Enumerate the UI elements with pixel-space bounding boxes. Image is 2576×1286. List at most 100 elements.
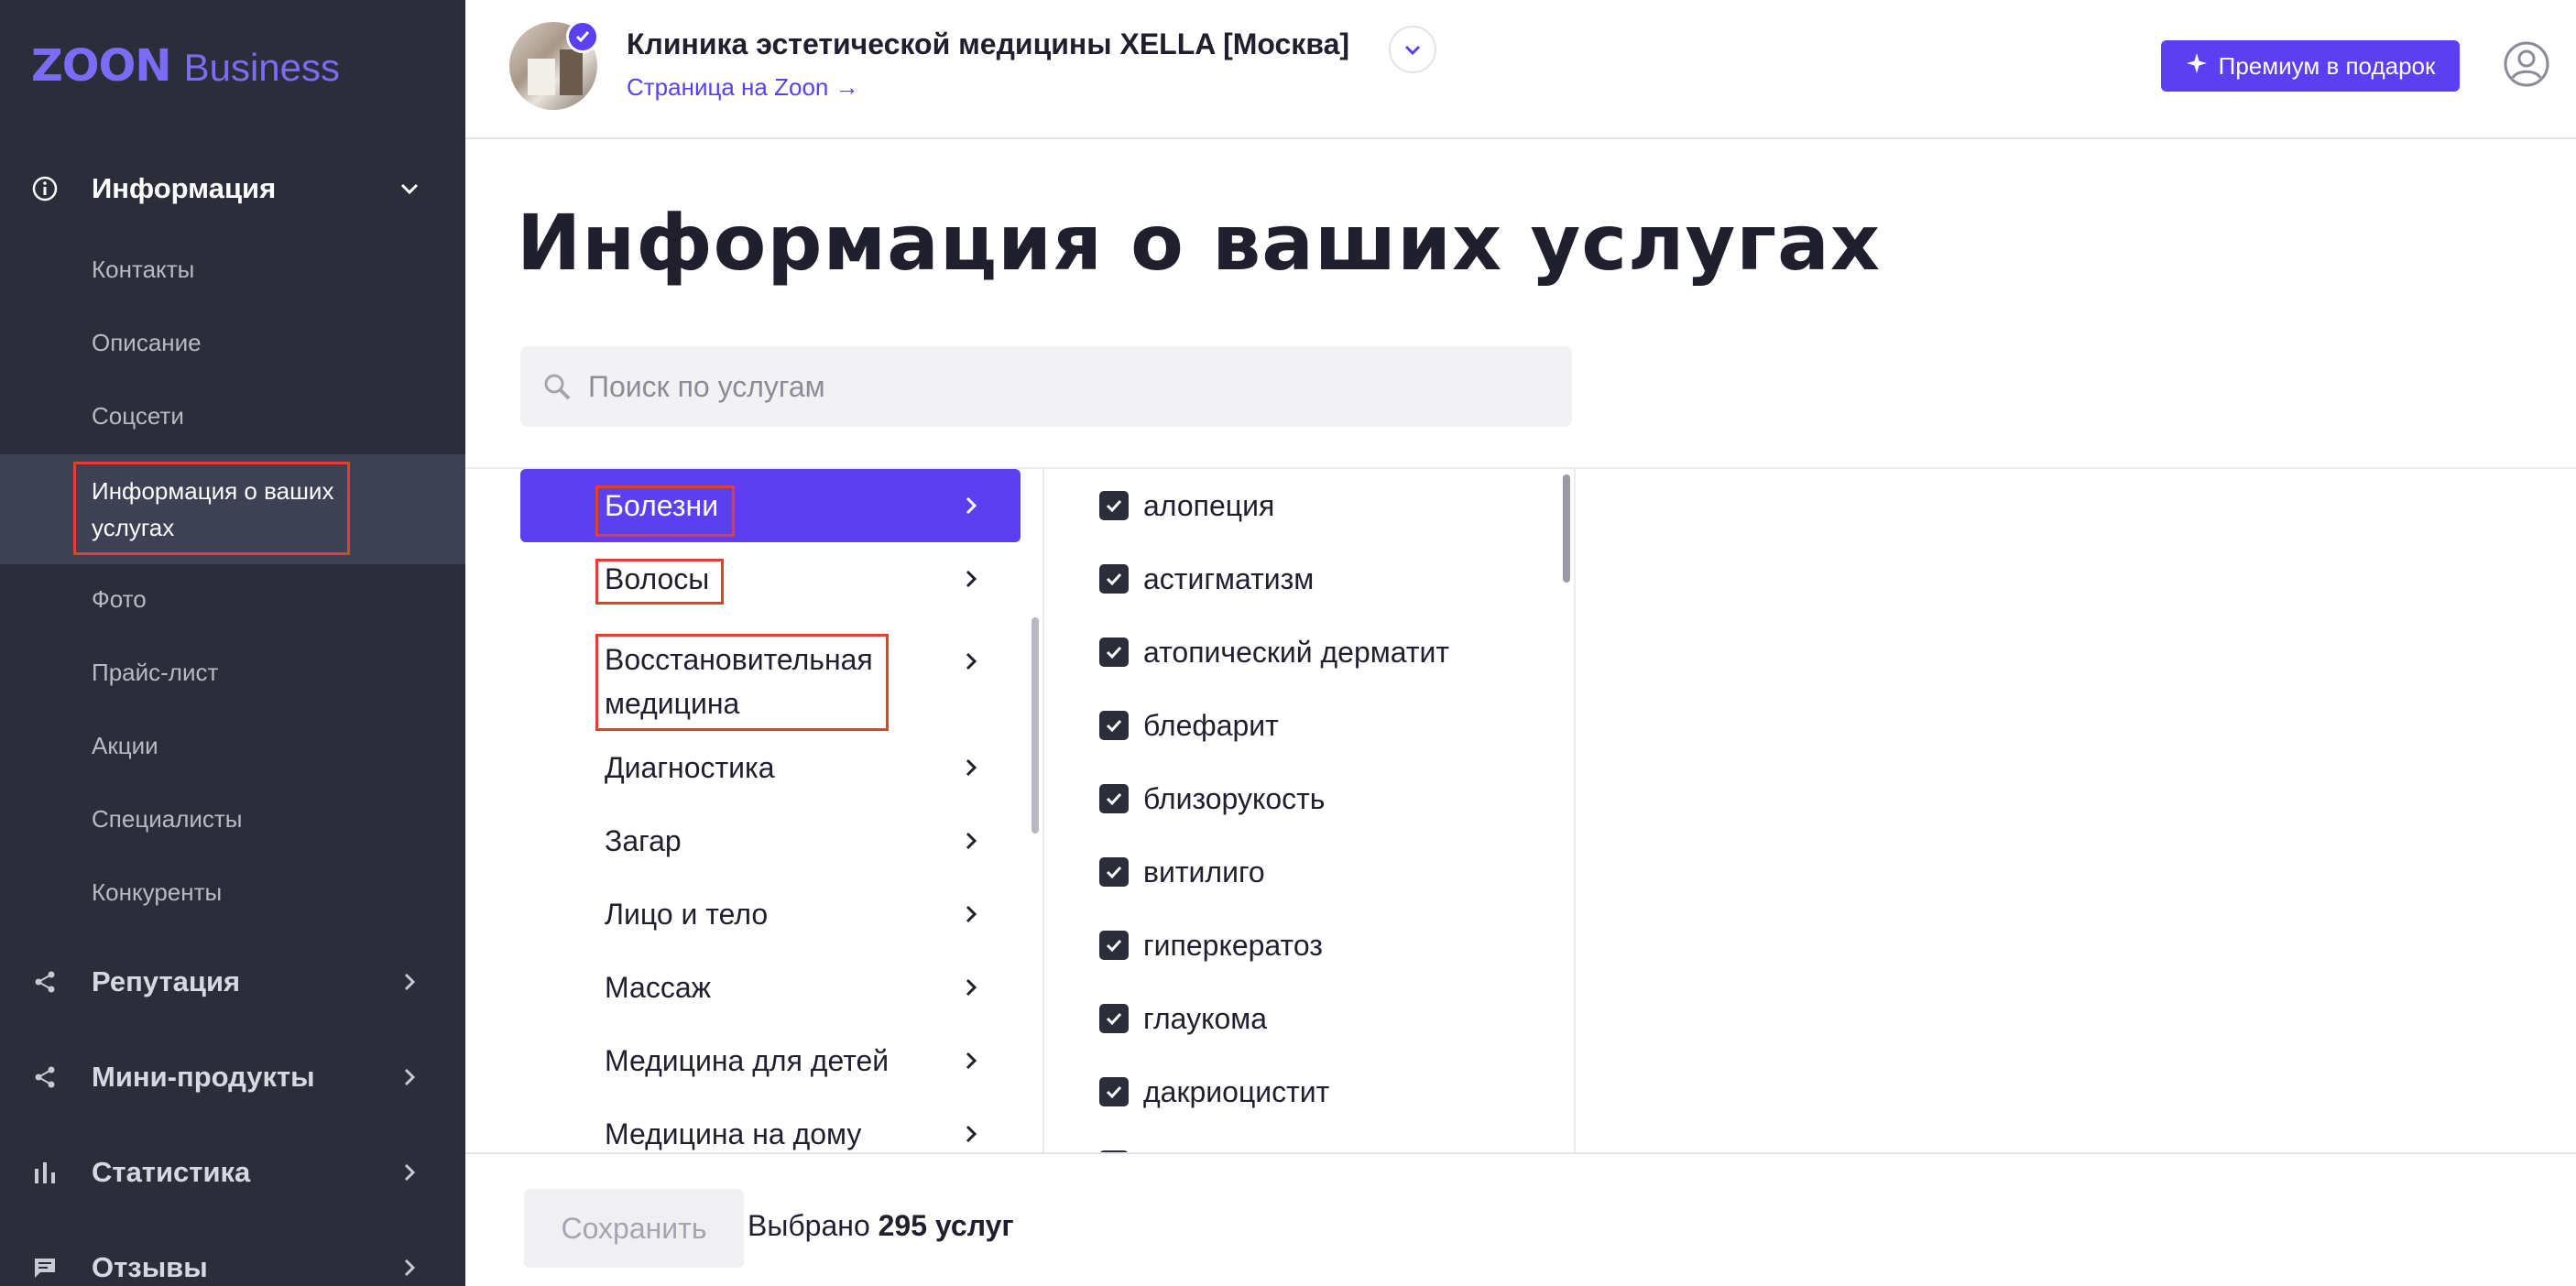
category-item-restorative-medicine[interactable]: Восстановительная медицина (520, 616, 1021, 731)
service-item[interactable]: гиперкератоз (1088, 909, 1565, 982)
chevron-right-icon (396, 1063, 423, 1091)
category-item-diagnostics[interactable]: Диагностика (520, 731, 1021, 804)
chevron-down-icon (396, 175, 423, 202)
category-label: Медицина для детей (605, 1044, 890, 1077)
save-button[interactable]: Сохранить (524, 1189, 744, 1268)
service-scrollbar[interactable] (1563, 474, 1570, 583)
checkbox-checked[interactable] (1099, 491, 1129, 520)
chevron-right-icon (966, 832, 977, 850)
selected-count-text: Выбрано 295 услуг (748, 1209, 1014, 1243)
category-item-hair[interactable]: Волосы (520, 542, 1021, 616)
category-label: Волосы (605, 562, 710, 595)
info-icon (31, 175, 59, 202)
chat-icon (31, 1254, 59, 1281)
chevron-right-icon (966, 570, 977, 588)
sidebar-item-label: Акции (92, 731, 158, 759)
category-item-tanning[interactable]: Загар (520, 804, 1021, 877)
service-label: алопеция (1143, 488, 1275, 522)
service-item[interactable]: атопический дерматит (1088, 616, 1565, 689)
sidebar-section-stats-label: Статистика (92, 1156, 251, 1188)
user-profile-icon[interactable] (2503, 40, 2550, 88)
chevron-right-icon (966, 1125, 977, 1143)
page-title: Информация о ваших услугах (517, 198, 1882, 288)
checkbox-checked[interactable] (1099, 638, 1129, 667)
service-label: дакриоцистит (1143, 1074, 1330, 1108)
sidebar-section-reviews[interactable]: Отзывы (0, 1249, 465, 1286)
chevron-right-icon (396, 1159, 423, 1186)
sidebar-section-reputation[interactable]: Репутация (0, 964, 465, 1000)
checkbox-checked[interactable] (1099, 857, 1129, 887)
sidebar-section-info-label: Информация (92, 172, 277, 204)
sidebar-section-mini-products[interactable]: Мини-продукты (0, 1059, 465, 1095)
service-item[interactable]: близорукость (1088, 762, 1565, 835)
category-label: Медицина на дому (605, 1117, 862, 1150)
premium-gift-button[interactable]: Премиум в подарок (2161, 40, 2460, 92)
sidebar-item-label: Информация о ваших услугах (92, 477, 334, 541)
service-item[interactable]: витилиго (1088, 835, 1565, 909)
sidebar-item-description[interactable]: Описание (0, 306, 465, 379)
bar-chart-icon (31, 1159, 59, 1186)
sidebar-item-label: Описание (92, 328, 202, 356)
check-icon (1106, 1012, 1122, 1026)
sidebar-item-socials[interactable]: Соцсети (0, 379, 465, 452)
checkbox-checked[interactable] (1099, 711, 1129, 740)
category-item-face-body[interactable]: Лицо и тело (520, 877, 1021, 951)
checkbox-checked[interactable] (1099, 564, 1129, 594)
sidebar-item-label: Конкуренты (92, 877, 223, 906)
sidebar-item-contacts[interactable]: Контакты (0, 233, 465, 306)
category-item-massage[interactable]: Массаж (520, 951, 1021, 1024)
sidebar-section-statistics[interactable]: Статистика (0, 1154, 465, 1191)
service-label: атопический дерматит (1143, 635, 1450, 669)
sidebar-section-reviews-label: Отзывы (92, 1251, 208, 1283)
category-label: Массаж (605, 971, 712, 1004)
service-item[interactable]: блефарит (1088, 689, 1565, 762)
sidebar-item-specialists[interactable]: Специалисты (0, 782, 465, 856)
zoon-page-link[interactable]: Страница на Zoon → (627, 73, 859, 102)
search-icon (542, 372, 572, 401)
sidebar-item-competitors[interactable]: Конкуренты (0, 856, 465, 929)
selected-count: 295 услуг (878, 1209, 1014, 1242)
sidebar-item-photo[interactable]: Фото (0, 562, 465, 636)
category-item-diseases[interactable]: Болезни (520, 469, 1021, 542)
organization-switcher-button[interactable] (1389, 26, 1436, 73)
service-item[interactable]: глаукома (1088, 982, 1565, 1055)
category-item-children-medicine[interactable]: Медицина для детей (520, 1024, 1021, 1097)
check-icon (1106, 572, 1122, 586)
service-item[interactable]: алопеция (1088, 469, 1565, 542)
category-label: Болезни (605, 489, 719, 522)
sidebar-item-label: Контакты (92, 255, 195, 283)
chevron-right-icon (966, 905, 977, 923)
chevron-right-icon (966, 1052, 977, 1070)
sidebar-item-label: Соцсети (92, 401, 184, 430)
sidebar-section-info[interactable]: Информация (0, 170, 465, 207)
sidebar-item-services-info[interactable]: Информация о ваших услугах (0, 454, 465, 564)
service-item[interactable]: астигматизм (1088, 542, 1565, 616)
chevron-down-icon (1404, 45, 1421, 56)
premium-label: Премиум в подарок (2218, 51, 2436, 80)
chevron-right-icon (966, 758, 977, 777)
share-icon (31, 968, 59, 996)
sidebar: ZOON Business Информация Контакты Описан… (0, 0, 465, 1286)
share-icon (31, 1063, 59, 1091)
search-input[interactable] (588, 346, 1550, 427)
zoon-business-logo[interactable]: ZOON Business (31, 40, 340, 95)
sidebar-item-pricelist[interactable]: Прайс-лист (0, 636, 465, 709)
service-label: глаукома (1143, 1001, 1268, 1035)
footer-bar: Сохранить Выбрано 295 услуг (465, 1152, 2576, 1286)
selected-prefix: Выбрано (748, 1209, 870, 1242)
organization-title: Клиника эстетической медицины XELLA [Мос… (627, 27, 1350, 60)
sidebar-item-promotions[interactable]: Акции (0, 709, 465, 782)
service-label: гиперкератоз (1143, 928, 1323, 962)
chevron-right-icon (966, 978, 977, 997)
service-item[interactable]: дакриоцистит (1088, 1055, 1565, 1128)
checkbox-checked[interactable] (1099, 784, 1129, 813)
logo-sub: Business (183, 46, 341, 89)
checkbox-checked[interactable] (1099, 931, 1129, 960)
check-icon (1106, 646, 1122, 659)
checkbox-checked[interactable] (1099, 1004, 1129, 1033)
category-scrollbar[interactable] (1031, 617, 1039, 834)
checkbox-checked[interactable] (1099, 1077, 1129, 1106)
sparkle-icon (2186, 52, 2208, 81)
service-label: близорукость (1143, 781, 1326, 815)
top-header: Клиника эстетической медицины XELLA [Мос… (465, 0, 2576, 139)
